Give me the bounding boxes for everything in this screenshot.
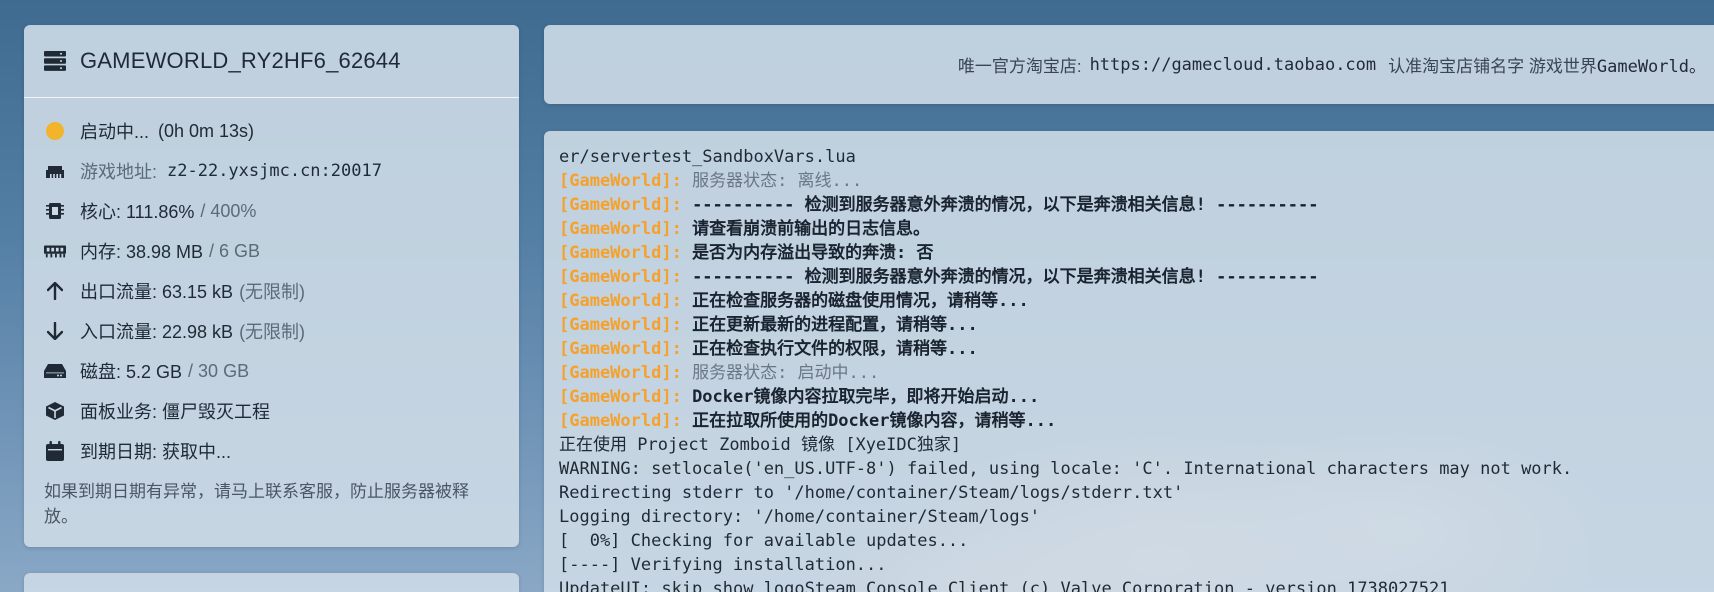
expiry-row: 到期日期: 获取中... [24,431,519,471]
arrow-down-icon [47,322,63,340]
status-row: 启动中... (0h 0m 13s) [24,111,519,151]
console-line: [GameWorld]: 正在检查执行文件的权限，请稍等... [559,337,1714,361]
hard-drive-icon [44,364,66,378]
inbound-row: 入口流量: 22.98 kB (无限制) [24,311,519,351]
console-line: er/servertest_SandboxVars.lua [559,145,1714,169]
memory-usage: 内存: 38.98 MB [80,242,204,262]
console-message: Docker镜像内容拉取完毕，即将开始启动... [681,387,1040,407]
console-tag: [GameWorld]: [559,291,682,311]
console-tag: [GameWorld]: [559,195,682,215]
cpu-limit: / 400% [200,200,257,221]
cpu-usage: 核心: 111.86% [80,202,195,222]
shop-banner: 唯一官方淘宝店: https://gamecloud.taobao.com 认准… [544,25,1714,104]
console-message: 正在使用 Project Zomboid 镜像 [XyeIDC独家] [559,435,962,455]
console-line: [GameWorld]: 服务器状态: 启动中... [559,361,1714,385]
outbound-limit: (无限制) [239,282,306,302]
console-tag: [GameWorld]: [559,411,682,431]
console-tag: [GameWorld]: [559,363,682,383]
memory-icon [44,245,66,258]
server-name: GAMEWORLD_RY2HF6_62644 [80,48,401,73]
disk-usage: 磁盘: 5.2 GB [80,362,183,382]
console-tag: [GameWorld]: [559,339,682,359]
console-line: [ 0%] Checking for available updates... [559,529,1714,553]
uptime-text: (0h 0m 13s) [158,120,255,141]
console-line: [GameWorld]: 请查看崩溃前输出的日志信息。 [559,217,1714,241]
inbound-traffic: 入口流量: 22.98 kB [80,322,234,342]
console-message: 服务器状态: 离线... [681,171,863,191]
outbound-row: 出口流量: 63.15 kB (无限制) [24,271,519,311]
address-label: 游戏地址: [80,162,158,182]
console-panel[interactable]: er/servertest_SandboxVars.lua [GameWorld]… [544,131,1714,592]
console-message: WARNING: setlocale('en_US.UTF-8') failed… [559,459,1573,479]
console-tag: [GameWorld]: [559,243,682,263]
console-line: Logging directory: '/home/container/Stea… [559,505,1714,529]
server-info-card: GAMEWORLD_RY2HF6_62644 启动中... (0h 0m 13s… [24,25,519,547]
console-message: Logging directory: '/home/container/Stea… [559,507,1041,527]
ethernet-icon [46,166,64,178]
console-line: [GameWorld]: ---------- 检测到服务器意外奔溃的情况，以下… [559,265,1714,289]
cpu-row: 核心: 111.86% / 400% [24,191,519,231]
cube-icon [46,402,64,420]
console-tag: [GameWorld]: [559,267,682,287]
expiry-date: 到期日期: 获取中... [80,442,232,462]
server-icon [44,51,66,71]
console-line: UpdateUI: skip show logoSteam Console Cl… [559,577,1714,592]
console-message: 请查看崩溃前输出的日志信息。 [681,219,931,239]
arrow-up-icon [47,282,63,300]
console-line: [GameWorld]: 正在检查服务器的磁盘使用情况，请稍等... [559,289,1714,313]
console-line: [----] Verifying installation... [559,553,1714,577]
console-line: [GameWorld]: 是否为内存溢出导致的奔溃: 否 [559,241,1714,265]
console-tag: [GameWorld]: [559,219,682,239]
secondary-card [24,573,519,592]
console-output: er/servertest_SandboxVars.lua [GameWorld]… [544,131,1714,592]
server-stats: 启动中... (0h 0m 13s) 游戏地址: z2-22.yxsjmc.cn… [24,98,519,471]
status-text: 启动中... [80,122,150,142]
console-message: 服务器状态: 启动中... [681,363,880,383]
expiry-notice: 如果到期日期有异常，请马上联系客服，防止服务器被释放。 [44,482,469,526]
console-line: [GameWorld]: 正在拉取所使用的Docker镜像内容，请稍等... [559,409,1714,433]
console-message: 正在检查服务器的磁盘使用情况，请稍等... [681,291,1029,311]
console-message: ---------- 检测到服务器意外奔溃的情况，以下是奔溃相关信息! ----… [681,267,1319,287]
calendar-icon [46,441,64,461]
console-tag: [GameWorld]: [559,171,682,191]
banner-brand: GameWorld。 [1596,57,1706,77]
disk-limit: / 30 GB [188,360,250,381]
console-line: [GameWorld]: ---------- 检测到服务器意外奔溃的情况，以下… [559,193,1714,217]
shop-link[interactable]: https://gamecloud.taobao.com [1090,55,1377,75]
status-dot-icon [46,122,64,140]
console-message: 正在更新最新的进程配置，请稍等... [681,315,978,335]
console-line: [GameWorld]: 正在更新最新的进程配置，请稍等... [559,313,1714,337]
console-message: UpdateUI: skip show logoSteam Console Cl… [559,579,1450,592]
console-line: 正在使用 Project Zomboid 镜像 [XyeIDC独家] [559,433,1714,457]
panel-business-row: 面板业务: 僵尸毁灭工程 [24,391,519,431]
address-value[interactable]: z2-22.yxsjmc.cn:20017 [167,161,382,181]
panel-business: 面板业务: 僵尸毁灭工程 [80,402,271,422]
banner-prefix: 唯一官方淘宝店: [957,57,1082,76]
memory-limit: / 6 GB [209,240,261,261]
console-line: [GameWorld]: Docker镜像内容拉取完毕，即将开始启动... [559,385,1714,409]
console-message: Redirecting stderr to '/home/container/S… [559,483,1184,503]
console-message: 正在拉取所使用的Docker镜像内容，请稍等... [681,411,1057,431]
inbound-limit: (无限制) [239,322,306,342]
banner-mid: 认准淘宝店铺名字 游戏世界 [1388,57,1597,76]
console-tag: [GameWorld]: [559,387,682,407]
memory-row: 内存: 38.98 MB / 6 GB [24,231,519,271]
console-message: ---------- 检测到服务器意外奔溃的情况，以下是奔溃相关信息! ----… [681,195,1319,215]
banner-text: 唯一官方淘宝店: https://gamecloud.taobao.com 认准… [958,25,1706,104]
console-message: 正在检查执行文件的权限，请稍等... [681,339,978,359]
cpu-icon [46,203,64,219]
outbound-traffic: 出口流量: 63.15 kB [80,282,234,302]
console-message: 是否为内存溢出导致的奔溃: 否 [681,243,934,263]
console-message: [ 0%] Checking for available updates... [559,531,969,551]
server-header: GAMEWORLD_RY2HF6_62644 [24,25,519,98]
console-tag: [GameWorld]: [559,315,682,335]
console-line: [GameWorld]: 服务器状态: 离线... [559,169,1714,193]
disk-row: 磁盘: 5.2 GB / 30 GB [24,351,519,391]
console-message: er/servertest_SandboxVars.lua [559,147,856,167]
console-line: WARNING: setlocale('en_US.UTF-8') failed… [559,457,1714,481]
console-message: [----] Verifying installation... [559,555,887,575]
address-row: 游戏地址: z2-22.yxsjmc.cn:20017 [24,151,519,191]
console-line: Redirecting stderr to '/home/container/S… [559,481,1714,505]
